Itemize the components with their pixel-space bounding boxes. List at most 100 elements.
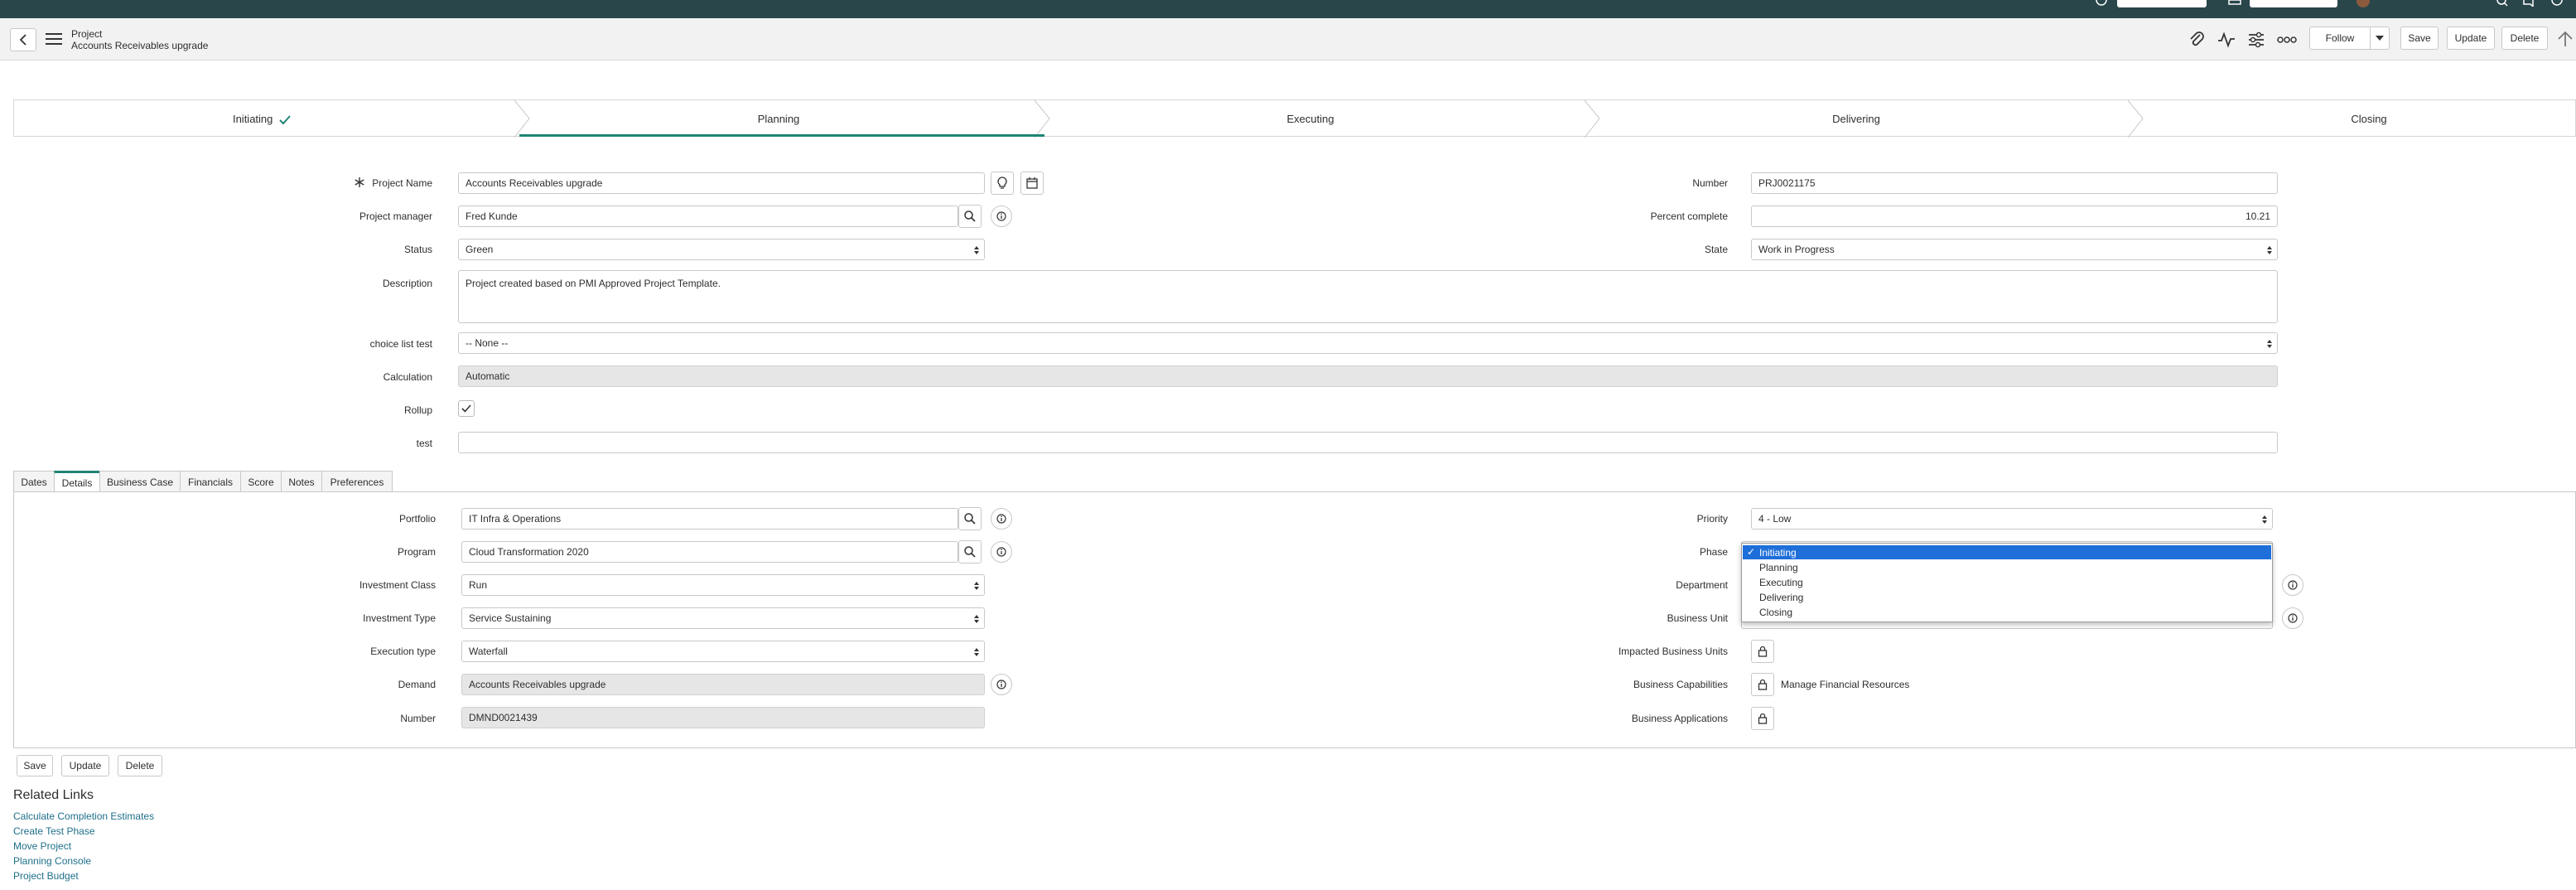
scope-selector[interactable] xyxy=(2250,0,2337,7)
link-create-test-phase[interactable]: Create Test Phase xyxy=(13,825,95,837)
business-capabilities-label: Business Capabilities xyxy=(1633,679,1728,690)
link-calculate-completion-estimates[interactable]: Calculate Completion Estimates xyxy=(13,810,154,822)
choice-list-test-select[interactable]: -- None -- xyxy=(458,332,2278,354)
follow-dropdown-button[interactable] xyxy=(2370,27,2390,50)
priority-label: Priority xyxy=(1696,513,1728,525)
number-input[interactable]: PRJ0021175 xyxy=(1751,172,2278,194)
link-planning-console[interactable]: Planning Console xyxy=(13,855,91,867)
project-manager-input[interactable]: Fred Kunde xyxy=(458,206,958,227)
investment-class-select[interactable]: Run xyxy=(461,574,985,596)
project-name-input[interactable]: Accounts Receivables upgrade xyxy=(458,172,985,194)
percent-complete-input[interactable]: 10.21 xyxy=(1751,206,2278,227)
state-select[interactable]: Work in Progress xyxy=(1751,239,2278,260)
percent-complete-label: Percent complete xyxy=(1650,210,1728,222)
portfolio-lookup-button[interactable] xyxy=(958,507,982,530)
execution-type-select[interactable]: Waterfall xyxy=(461,641,985,662)
department-info-button[interactable] xyxy=(2282,574,2303,596)
tab-dates[interactable]: Dates xyxy=(13,471,55,492)
description-label: Description xyxy=(382,278,432,289)
suggestion-button[interactable] xyxy=(991,172,1014,195)
business-unit-label: Business Unit xyxy=(1667,612,1728,624)
business-applications-unlock-button[interactable] xyxy=(1751,707,1774,730)
update-button[interactable]: Update xyxy=(2447,27,2495,50)
stage-delivering[interactable]: Delivering xyxy=(1595,113,2117,125)
attachment-icon[interactable] xyxy=(2187,30,2207,50)
activity-icon[interactable] xyxy=(2217,30,2236,50)
phase-option-delivering[interactable]: Delivering xyxy=(1743,590,2271,604)
select-arrows-icon xyxy=(2267,340,2272,348)
info-icon xyxy=(996,547,1006,557)
project-manager-info-button[interactable] xyxy=(991,206,1012,227)
business-unit-info-button[interactable] xyxy=(2282,607,2303,629)
test-input[interactable] xyxy=(458,432,2278,453)
link-move-project[interactable]: Move Project xyxy=(13,840,71,852)
chat-icon[interactable] xyxy=(2523,0,2535,7)
personalize-icon[interactable] xyxy=(2246,30,2266,50)
description-textarea[interactable]: Project created based on PMI Approved Pr… xyxy=(458,270,2278,323)
scroll-top-icon[interactable] xyxy=(2556,30,2574,48)
business-capabilities-unlock-button[interactable] xyxy=(1751,673,1774,696)
info-icon xyxy=(996,680,1006,689)
more-options-icon[interactable] xyxy=(2276,30,2298,50)
check-mark: ✓ xyxy=(1747,546,1756,558)
bottom-delete-button[interactable]: Delete xyxy=(118,755,162,776)
help-icon[interactable] xyxy=(2096,0,2107,7)
tab-financials[interactable]: Financials xyxy=(180,471,241,492)
calendar-button[interactable] xyxy=(1020,172,1044,195)
demand-info-button[interactable] xyxy=(991,674,1012,695)
tab-preferences[interactable]: Preferences xyxy=(321,471,393,492)
impacted-business-units-unlock-button[interactable] xyxy=(1751,640,1774,663)
record-type: Project xyxy=(71,28,103,40)
stage-executing[interactable]: Executing xyxy=(1045,113,1575,125)
project-manager-lookup-button[interactable] xyxy=(958,205,982,228)
info-icon xyxy=(996,514,1006,524)
investment-type-select[interactable]: Service Sustaining xyxy=(461,607,985,629)
delete-button[interactable]: Delete xyxy=(2501,27,2548,50)
link-project-budget[interactable]: Project Budget xyxy=(13,870,79,882)
rollup-checkbox[interactable] xyxy=(458,400,475,417)
rollup-label: Rollup xyxy=(403,404,432,416)
tab-score[interactable]: Score xyxy=(240,471,282,492)
tab-business-case[interactable]: Business Case xyxy=(99,471,181,492)
bottom-save-button[interactable]: Save xyxy=(17,755,53,776)
settings-icon[interactable] xyxy=(2551,0,2563,7)
search-icon[interactable] xyxy=(2496,0,2508,7)
check-icon xyxy=(461,404,471,413)
search-icon xyxy=(964,210,976,222)
tab-notes[interactable]: Notes xyxy=(281,471,322,492)
phase-option-executing[interactable]: Executing xyxy=(1743,575,2271,589)
stage-label: Initiating xyxy=(232,113,273,125)
stage-closing[interactable]: Closing xyxy=(2137,113,2576,125)
search-icon xyxy=(964,513,976,525)
program-input[interactable]: Cloud Transformation 2020 xyxy=(461,541,958,563)
menu-icon[interactable] xyxy=(45,31,63,46)
portfolio-info-button[interactable] xyxy=(991,508,1012,530)
phase-label: Phase xyxy=(1699,546,1728,558)
priority-select[interactable]: 4 - Low xyxy=(1751,508,2273,530)
demand-field: Accounts Receivables upgrade xyxy=(461,674,985,695)
tab-details[interactable]: Details xyxy=(54,471,100,492)
avatar[interactable] xyxy=(2357,0,2370,7)
phase-option-closing[interactable]: Closing xyxy=(1743,605,2271,619)
program-info-button[interactable] xyxy=(991,541,1012,563)
bottom-update-button[interactable]: Update xyxy=(61,755,109,776)
phase-option-planning[interactable]: Planning xyxy=(1743,560,2271,574)
stage-planning[interactable]: Planning xyxy=(522,113,1035,125)
portfolio-input[interactable]: IT Infra & Operations xyxy=(461,508,958,530)
phase-option-initiating[interactable]: ✓ Initiating xyxy=(1743,545,2271,559)
domain-selector[interactable] xyxy=(2117,0,2207,7)
number-label: Number xyxy=(1692,177,1728,189)
search-icon xyxy=(964,546,976,558)
list-icon[interactable] xyxy=(2228,0,2241,5)
priority-value: 4 - Low xyxy=(1758,513,1792,525)
program-label: Program xyxy=(397,546,436,558)
stage-initiating[interactable]: Initiating xyxy=(13,113,510,125)
info-icon xyxy=(996,211,1006,221)
back-button[interactable] xyxy=(10,28,36,51)
status-select[interactable]: Green xyxy=(458,239,985,260)
save-button[interactable]: Save xyxy=(2400,27,2439,50)
business-applications-label: Business Applications xyxy=(1631,713,1728,724)
program-lookup-button[interactable] xyxy=(958,540,982,564)
portfolio-label: Portfolio xyxy=(398,513,436,525)
follow-button[interactable]: Follow xyxy=(2309,27,2371,50)
